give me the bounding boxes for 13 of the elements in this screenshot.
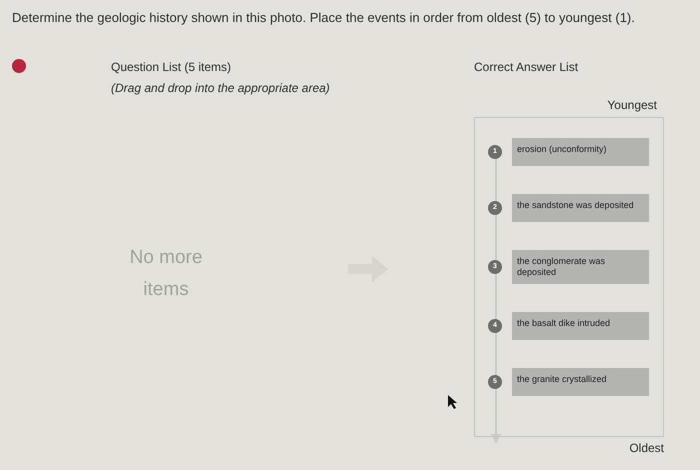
question-list-hint: (Drag and drop into the appropriate area) [111,80,331,96]
answer-list-title: Correct Answer List [474,58,580,76]
answer-item[interactable]: erosion (unconformity) [512,138,649,166]
instruction-text: Determine the geologic history shown in this photo. Place the events in order from oldest (5) to youngest (1). [12,9,636,27]
empty-list-text: No more items [128,246,204,302]
answer-item[interactable]: the conglomerate was deposited [512,250,649,284]
answer-item[interactable]: the sandstone was deposited [512,194,649,222]
youngest-label: Youngest [607,96,657,114]
answer-item[interactable]: the basalt dike intruded [512,312,649,340]
answer-item[interactable]: the granite crystallized [512,368,649,396]
question-list-title: Question List (5 items) [111,58,232,76]
oldest-label: Oldest [629,440,664,456]
mouse-cursor-icon [447,395,458,409]
